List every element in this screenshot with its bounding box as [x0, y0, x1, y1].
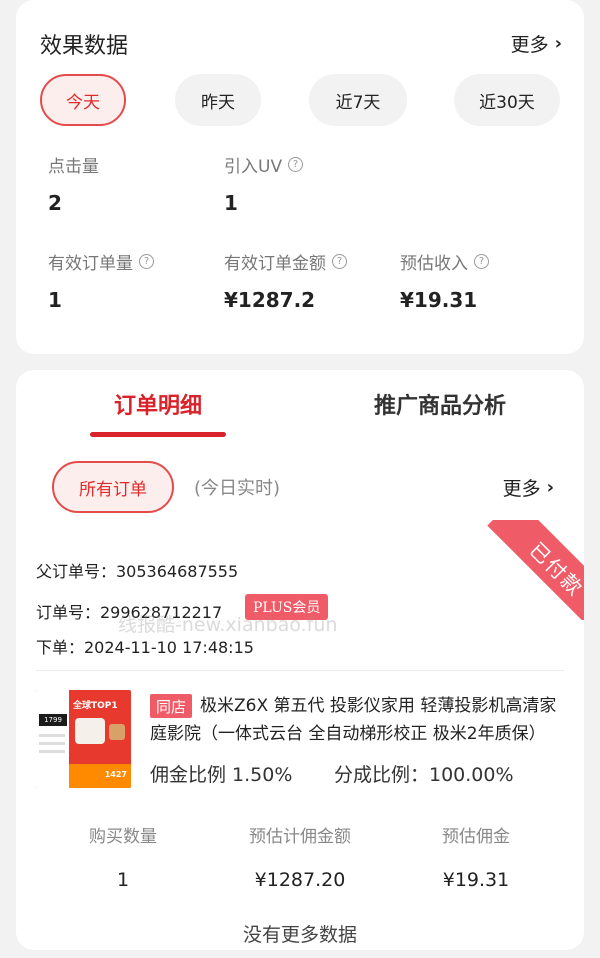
stat-label: 点击量 [48, 157, 99, 177]
stat-valid-amount: 有效订单金额? ¥1287.2 [224, 249, 347, 312]
stat-est-income: 预估收入? ¥19.31 [400, 249, 489, 312]
order-more-link[interactable]: 更多 › [503, 474, 554, 501]
status-ribbon-label: 已付款 [487, 520, 584, 620]
question-icon[interactable]: ? [332, 254, 347, 269]
tab-order-details[interactable]: 订单明细 [114, 388, 202, 420]
effect-data-card: 效果数据 更多 › 今天 昨天 近7天 近30天 点击量 2 引入UV? 1 有… [16, 0, 584, 354]
effect-more-link[interactable]: 更多 › [511, 30, 562, 57]
column-label: 购买数量 [89, 827, 157, 847]
product-thumbnail[interactable]: 1799 全球TOP1 1427 [35, 690, 131, 788]
active-tab-underline [90, 432, 226, 437]
commission-rate: 佣金比例 1.50% [150, 764, 293, 786]
stat-valid-orders: 有效订单量? 1 [48, 249, 154, 312]
purchase-quantity: 购买数量 1 [33, 822, 213, 891]
no-more-data-footer: 没有更多数据 [242, 924, 357, 946]
stat-value: ¥19.31 [400, 288, 478, 312]
chevron-right-icon: › [554, 33, 562, 54]
stat-value: 1 [48, 288, 62, 312]
column-label: 预估佣金 [442, 827, 510, 847]
thumbnail-promo-price: 1427 [69, 764, 131, 788]
stand-shape [109, 724, 125, 740]
thumbnail-panel: 1799 [35, 690, 69, 788]
thumbnail-line [39, 750, 65, 753]
stat-value: 1 [224, 191, 238, 215]
stat-value: 2 [48, 191, 62, 215]
period-30days-pill[interactable]: 近30天 [454, 74, 560, 126]
order-time: 下单：2024-11-10 17:48:15 [36, 638, 254, 657]
question-icon[interactable]: ? [139, 254, 154, 269]
stat-label: 有效订单量 [48, 254, 133, 274]
column-label: 预估计佣金额 [249, 827, 351, 847]
same-store-badge: 同店 [150, 694, 193, 718]
estimated-commission: 预估佣金 ¥19.31 [386, 822, 566, 891]
stat-label: 有效订单金额 [224, 254, 326, 274]
parent-order-number: 父订单号：305364687555 [36, 562, 239, 581]
thumbnail-price: 1799 [39, 714, 67, 726]
product-title[interactable]: 极米Z6X 第五代 投影仪家用 轻薄投影机高清家庭影院（一体式云台 全自动梯形校… [150, 692, 562, 748]
status-ribbon: 已付款 [484, 520, 584, 620]
column-value: ¥19.31 [442, 869, 510, 891]
divider [36, 670, 564, 671]
question-icon[interactable]: ? [288, 157, 304, 172]
stat-label: 引入UV [224, 157, 283, 177]
stat-value: ¥1287.2 [224, 288, 316, 312]
column-value: ¥1287.20 [254, 869, 346, 891]
realtime-note: (今日实时) [194, 478, 281, 499]
watermark: 线报酷-new.xianbao.fun [118, 614, 338, 636]
thumbnail-headline: 全球TOP1 [73, 701, 118, 711]
chevron-right-icon: › [546, 477, 554, 498]
period-7days-pill[interactable]: 近7天 [309, 74, 407, 126]
period-yesterday-pill[interactable]: 昨天 [175, 74, 261, 126]
all-orders-filter-button[interactable]: 所有订单 [52, 461, 174, 513]
projector-shape [75, 718, 105, 744]
period-today-pill[interactable]: 今天 [40, 74, 126, 126]
estimated-commission-base: 预估计佣金额 ¥1287.20 [210, 822, 390, 891]
more-label: 更多 [502, 478, 541, 500]
thumbnail-line [39, 734, 65, 737]
stat-clicks: 点击量 2 [48, 152, 99, 215]
order-card: 订单明细 推广商品分析 所有订单 (今日实时) 更多 › 已付款 父订单号：30… [16, 370, 584, 950]
tab-product-analysis[interactable]: 推广商品分析 [374, 388, 506, 420]
column-value: 1 [116, 869, 130, 891]
stat-label: 预估收入 [400, 254, 468, 274]
more-label: 更多 [510, 34, 549, 56]
thumbnail-line [39, 742, 65, 745]
effect-data-title: 效果数据 [40, 34, 129, 59]
share-rate: 分成比例：100.00% [334, 764, 514, 786]
question-icon[interactable]: ? [474, 254, 489, 269]
stat-uv: 引入UV? 1 [224, 152, 304, 215]
